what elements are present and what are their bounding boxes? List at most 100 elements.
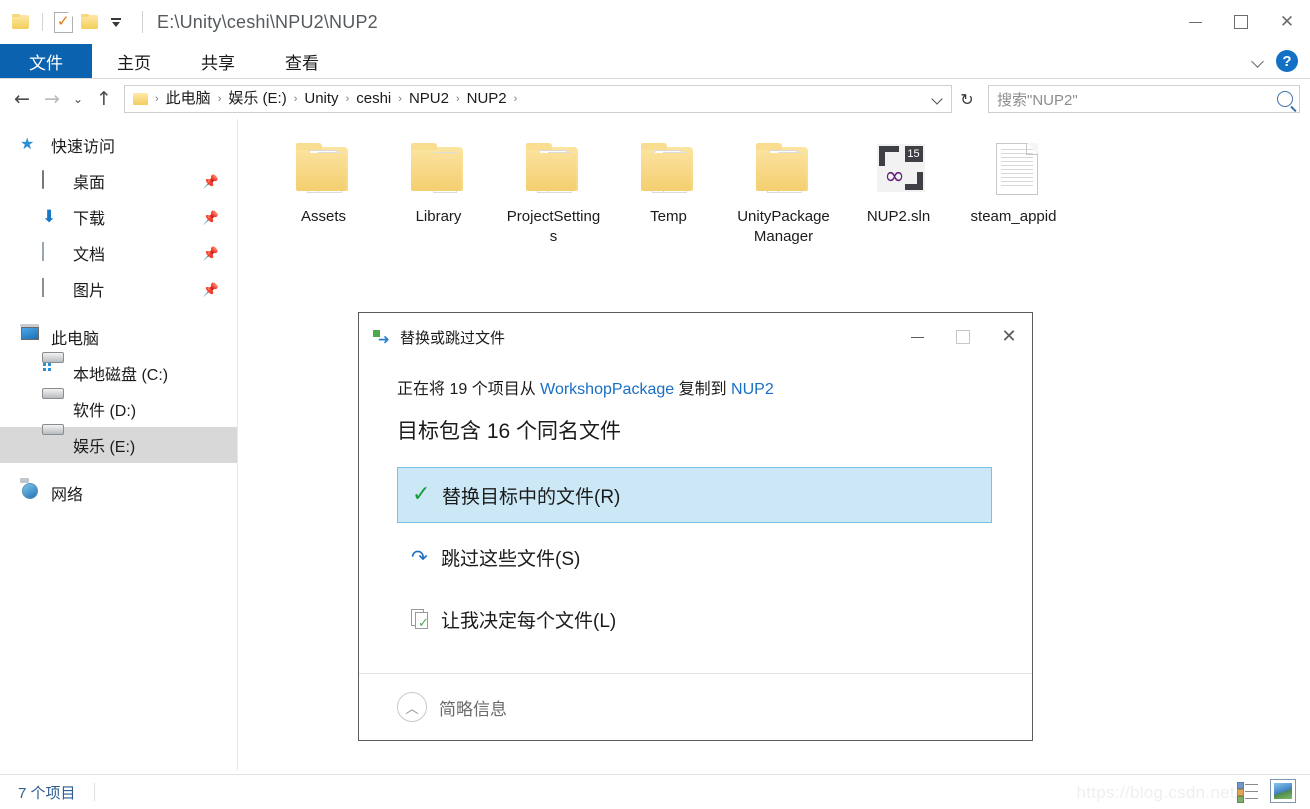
breadcrumb-item-1[interactable]: 娱乐 (E:) (224, 87, 290, 111)
file-item[interactable]: Temp (611, 133, 726, 247)
dialog-footer[interactable]: ︿ 简略信息 (359, 674, 1032, 740)
forward-button[interactable]: → (38, 85, 66, 113)
sidebar-group-label: 网络 (51, 487, 84, 504)
up-button[interactable]: ↑ (90, 85, 118, 113)
pin-icon[interactable]: 📌 (203, 282, 219, 298)
view-mode-buttons (1236, 779, 1296, 803)
sidebar-item-local-disk-c[interactable]: 本地磁盘 (C:) (0, 355, 237, 391)
file-item[interactable]: ProjectSettings (496, 133, 611, 247)
dialog-target-link[interactable]: NUP2 (731, 381, 774, 398)
sidebar-group-quick-access[interactable]: ★ 快速访问 (0, 127, 237, 163)
breadcrumb-separator: › (455, 93, 460, 105)
tab-file[interactable]: 文件 (0, 44, 92, 78)
breadcrumb-item-5[interactable]: NUP2 (463, 87, 511, 111)
minimize-button[interactable] (1172, 0, 1218, 44)
dialog-body: 正在将 19 个项目从 WorkshopPackage 复制到 NUP2 目标包… (359, 361, 1032, 665)
file-item[interactable]: steam_appid (956, 133, 1071, 247)
sidebar-item-downloads[interactable]: ⬇ 下载 📌 (0, 199, 237, 235)
folder-icon (520, 141, 588, 203)
breadcrumb-item-4[interactable]: NPU2 (405, 87, 453, 111)
sidebar-item-documents[interactable]: 文档 📌 (0, 235, 237, 271)
vs-version-badge: 15 (904, 146, 923, 162)
watermark: https://blog.csdn.net/ (1076, 783, 1240, 802)
drive-icon (42, 399, 64, 419)
option-label: 让我决定每个文件(L) (441, 610, 617, 632)
file-item[interactable]: UnityPackageManager (726, 133, 841, 247)
search-input[interactable]: 搜索"NUP2" (988, 85, 1300, 113)
file-item[interactable]: Assets (266, 133, 381, 247)
sidebar-item-drive-d[interactable]: 软件 (D:) (0, 391, 237, 427)
file-name: NUP2.sln (866, 208, 931, 225)
breadcrumb-separator: › (217, 93, 222, 105)
tab-share[interactable]: 共享 (176, 44, 260, 78)
sidebar-item-label: 下载 (73, 211, 106, 228)
dialog-minimize-button[interactable] (894, 313, 940, 361)
address-bar: ← → ⌄ ↑ › 此电脑 › 娱乐 (E:) › Unity › ceshi … (0, 79, 1310, 119)
file-grid: Assets Library ProjectSettings Temp Unit… (238, 119, 1310, 247)
green-check-icon: ✓ (412, 482, 431, 507)
breadcrumb[interactable]: › 此电脑 › 娱乐 (E:) › Unity › ceshi › NPU2 ›… (124, 85, 952, 113)
option-replace-files[interactable]: ✓ 替换目标中的文件(R) (397, 467, 992, 523)
dialog-title: 替换或跳过文件 (400, 329, 506, 347)
dialog-subtitle: 正在将 19 个项目从 WorkshopPackage 复制到 NUP2 (397, 375, 1004, 399)
maximize-button[interactable] (1218, 0, 1264, 44)
large-icons-view-icon[interactable] (1270, 779, 1296, 803)
option-label: 跳过这些文件(S) (441, 548, 581, 570)
pin-icon[interactable]: 📌 (203, 174, 219, 190)
file-item[interactable]: Library (381, 133, 496, 247)
quick-access-toolbar: ✓ (0, 11, 143, 33)
pin-icon[interactable]: 📌 (203, 210, 219, 226)
sidebar-item-label: 软件 (D:) (73, 403, 137, 420)
pictures-icon (42, 278, 64, 299)
sidebar-item-label: 图片 (73, 283, 106, 300)
chevron-down-icon[interactable] (931, 90, 945, 106)
download-icon: ⬇ (42, 207, 57, 226)
file-item[interactable]: 15 ∞ NUP2.sln (841, 133, 956, 247)
tab-home[interactable]: 主页 (92, 44, 176, 78)
customize-dropdown-icon[interactable] (108, 14, 124, 30)
toolbar-divider (42, 13, 43, 31)
search-icon[interactable] (1277, 91, 1293, 107)
sidebar-group-network[interactable]: 网络 (0, 475, 237, 511)
folder-icon[interactable] (12, 14, 31, 30)
dialog-close-button[interactable]: ✕ (986, 313, 1032, 361)
breadcrumb-separator: › (345, 93, 350, 105)
chevron-down-icon[interactable] (1250, 53, 1266, 69)
properties-icon[interactable]: ✓ (54, 11, 73, 33)
option-decide-each-file[interactable]: ✓ 让我决定每个文件(L) (397, 591, 992, 647)
dialog-subtitle-prefix: 正在将 19 个项目从 (397, 381, 541, 398)
recent-locations-button[interactable]: ⌄ (68, 85, 88, 113)
refresh-button[interactable]: ↻ (954, 86, 980, 112)
back-button[interactable]: ← (8, 85, 36, 113)
dialog-source-link[interactable]: WorkshopPackage (540, 381, 674, 398)
pin-icon[interactable]: 📌 (203, 246, 219, 262)
new-folder-icon[interactable] (81, 14, 100, 30)
replace-or-skip-dialog: ➜ 替换或跳过文件 ✕ 正在将 19 个项目从 WorkshopPackage … (358, 312, 1033, 741)
navigation-pane: ★ 快速访问 桌面 📌 ⬇ 下载 📌 文档 📌 图片 📌 此电脑 本地磁盘 (C… (0, 119, 238, 770)
search-placeholder: 搜索"NUP2" (997, 91, 1078, 109)
copy-file-icon: ➜ (373, 329, 393, 347)
option-skip-files[interactable]: ↷ 跳过这些文件(S) (397, 529, 992, 585)
sidebar-item-pictures[interactable]: 图片 📌 (0, 271, 237, 307)
title-divider (142, 11, 143, 33)
sidebar-item-drive-e[interactable]: 娱乐 (E:) (0, 427, 237, 463)
breadcrumb-separator: › (155, 93, 159, 105)
help-button[interactable]: ? (1276, 50, 1298, 72)
tab-view[interactable]: 查看 (260, 44, 344, 78)
title-bar: ✓ E:\Unity\ceshi\NPU2\NUP2 ✕ (0, 0, 1310, 44)
breadcrumb-folder-icon (133, 92, 150, 106)
breadcrumb-separator: › (398, 93, 402, 105)
sidebar-item-desktop[interactable]: 桌面 📌 (0, 163, 237, 199)
breadcrumb-item-2[interactable]: Unity (300, 87, 342, 111)
file-name: steam_appid (970, 208, 1057, 225)
status-divider (93, 783, 95, 801)
folder-icon (750, 141, 818, 203)
dialog-window-controls: ✕ (894, 313, 1032, 361)
details-view-icon[interactable] (1236, 780, 1260, 803)
sidebar-group-this-pc[interactable]: 此电脑 (0, 319, 237, 355)
close-button[interactable]: ✕ (1264, 0, 1310, 44)
breadcrumb-item-0[interactable]: 此电脑 (162, 87, 215, 111)
chevron-up-circle-icon[interactable]: ︿ (397, 692, 427, 722)
breadcrumb-item-3[interactable]: ceshi (352, 87, 395, 111)
ribbon-tab-bar: 文件 主页 共享 查看 ? (0, 44, 1310, 79)
